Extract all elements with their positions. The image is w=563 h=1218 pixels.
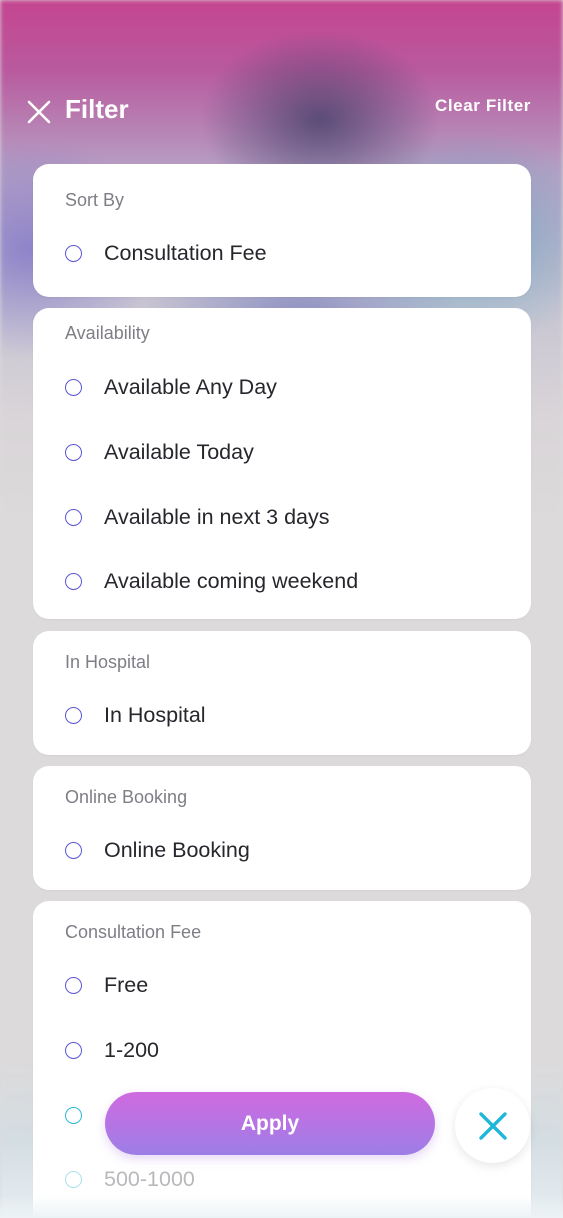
sort-by-card: Sort By Consultation Fee (33, 164, 531, 297)
page-title: Filter (65, 94, 129, 124)
dismiss-button[interactable] (455, 1088, 530, 1163)
radio-button[interactable] (65, 842, 82, 859)
option-online-booking[interactable]: Online Booking (33, 831, 531, 871)
section-title-online-booking: Online Booking (65, 787, 188, 807)
radio-button[interactable] (65, 977, 82, 994)
section-title-in-hospital: In Hospital (65, 652, 151, 672)
option-label: Available in next 3 days (104, 505, 330, 529)
section-title-sort-by: Sort By (65, 190, 125, 210)
option-label: Available Any Day (104, 375, 277, 399)
online-booking-card: Online Booking Online Booking (33, 766, 531, 890)
option-available-today[interactable]: Available Today (33, 433, 531, 473)
radio-button[interactable] (65, 573, 82, 590)
in-hospital-card: In Hospital In Hospital (33, 631, 531, 755)
radio-button[interactable] (65, 509, 82, 526)
close-icon (478, 1111, 507, 1140)
option-label: Available coming weekend (104, 569, 359, 593)
option-in-hospital[interactable]: In Hospital (33, 696, 531, 736)
apply-button[interactable]: Apply (105, 1092, 435, 1155)
option-available-next-3-days[interactable]: Available in next 3 days (33, 498, 531, 538)
section-title-consultation-fee: Consultation Fee (65, 922, 202, 942)
clear-filter-button[interactable]: Clear Filter (435, 96, 531, 116)
radio-button[interactable] (65, 1171, 82, 1188)
radio-button[interactable] (65, 1107, 82, 1124)
radio-button[interactable] (65, 245, 82, 262)
option-label: 500-1000 (104, 1167, 195, 1191)
close-icon[interactable] (27, 100, 51, 124)
availability-card: Availability Available Any Day Available… (33, 308, 531, 619)
option-available-coming-weekend[interactable]: Available coming weekend (33, 562, 531, 602)
option-label: Free (104, 973, 149, 997)
radio-button[interactable] (65, 707, 82, 724)
option-label: 1-200 (104, 1038, 159, 1062)
option-consultation-fee-sort[interactable]: Consultation Fee (33, 234, 531, 274)
consultation-fee-card: Consultation Fee Free 1-200 500-1000 (33, 901, 531, 1218)
option-available-any-day[interactable]: Available Any Day (33, 368, 531, 408)
option-label: Consultation Fee (104, 241, 267, 265)
radio-button[interactable] (65, 379, 82, 396)
top-bar: Filter Clear Filter (0, 0, 563, 160)
option-1-200[interactable]: 1-200 (33, 1031, 531, 1071)
option-label: Online Booking (104, 838, 250, 862)
radio-button[interactable] (65, 1042, 82, 1059)
bottom-fade (0, 1196, 563, 1218)
option-free[interactable]: Free (33, 966, 531, 1006)
radio-button[interactable] (65, 444, 82, 461)
option-label: Available Today (104, 440, 254, 464)
option-500-1000[interactable]: 500-1000 (33, 1160, 531, 1200)
section-title-availability: Availability (65, 323, 150, 343)
option-label: In Hospital (104, 703, 206, 727)
